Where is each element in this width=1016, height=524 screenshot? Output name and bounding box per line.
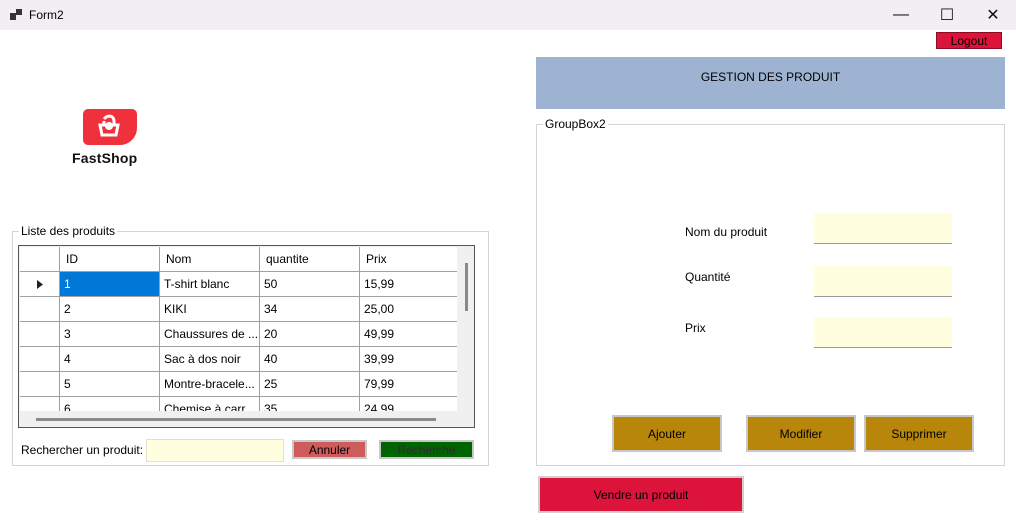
cell-id[interactable]: 4 <box>60 347 160 372</box>
cell-prix[interactable]: 49,99 <box>360 322 457 347</box>
ajouter-button[interactable]: Ajouter <box>612 415 722 452</box>
cell-id[interactable]: 2 <box>60 297 160 322</box>
cell-id[interactable]: 1 <box>60 272 160 297</box>
app-icon <box>10 9 22 21</box>
table-row[interactable]: 6 Chemise à carr 35 24,99 <box>20 397 457 411</box>
search-label: Rechercher un produit: <box>21 443 144 457</box>
search-input[interactable] <box>146 439 284 462</box>
cell-nom[interactable]: Chemise à carr <box>160 397 260 411</box>
row-header[interactable] <box>20 297 60 322</box>
cell-nom[interactable]: KIKI <box>160 297 260 322</box>
shop-bag-icon <box>83 109 137 145</box>
cell-id[interactable]: 3 <box>60 322 160 347</box>
cell-nom[interactable]: Chaussures de ... <box>160 322 260 347</box>
current-row-indicator-icon <box>20 272 60 297</box>
cell-quantite[interactable]: 35 <box>260 397 360 411</box>
row-header[interactable] <box>20 322 60 347</box>
nom-label: Nom du produit <box>685 225 768 239</box>
vertical-scrollbar[interactable] <box>459 247 474 411</box>
fastshop-logo: FastShop <box>72 108 162 168</box>
column-header-id[interactable]: ID <box>60 247 160 272</box>
product-form-legend: GroupBox2 <box>543 117 608 131</box>
column-header-nom[interactable]: Nom <box>160 247 260 272</box>
window-title: Form2 <box>29 8 64 22</box>
cell-nom[interactable]: Sac à dos noir <box>160 347 260 372</box>
row-header-corner <box>20 247 60 272</box>
header-title: GESTION DES PRODUIT <box>700 70 841 84</box>
column-header-prix[interactable]: Prix <box>360 247 457 272</box>
modifier-button[interactable]: Modifier <box>746 415 856 452</box>
title-bar: Form2 — ☐ ✕ <box>0 0 1016 30</box>
horizontal-scroll-thumb[interactable] <box>36 418 436 421</box>
quantite-field[interactable] <box>814 266 952 297</box>
vendre-button[interactable]: Vendre un produit <box>538 476 744 513</box>
cell-prix[interactable]: 79,99 <box>360 372 457 397</box>
cell-prix[interactable]: 15,99 <box>360 272 457 297</box>
column-header-quantite[interactable]: quantite <box>260 247 360 272</box>
table-row[interactable]: 1 T-shirt blanc 50 15,99 <box>20 272 457 297</box>
nom-field[interactable] <box>814 213 952 244</box>
grid-header-row: ID Nom quantite Prix <box>20 247 457 272</box>
close-button[interactable]: ✕ <box>970 0 1016 30</box>
table-row[interactable]: 2 KIKI 34 25,00 <box>20 297 457 322</box>
cell-prix[interactable]: 39,99 <box>360 347 457 372</box>
cell-nom[interactable]: Montre-bracele... <box>160 372 260 397</box>
recherche-button[interactable]: Recherche <box>379 440 474 459</box>
supprimer-button[interactable]: Supprimer <box>864 415 974 452</box>
cell-quantite[interactable]: 25 <box>260 372 360 397</box>
annuler-button[interactable]: Annuler <box>292 440 367 459</box>
header-banner: GESTION DES PRODUIT <box>536 57 1005 109</box>
cell-prix[interactable]: 25,00 <box>360 297 457 322</box>
logo-text: FastShop <box>72 150 138 166</box>
table-row[interactable]: 5 Montre-bracele... 25 79,99 <box>20 372 457 397</box>
logout-button[interactable]: Logout <box>936 32 1002 49</box>
prix-label: Prix <box>685 321 706 335</box>
cell-quantite[interactable]: 20 <box>260 322 360 347</box>
cell-id[interactable]: 6 <box>60 397 160 411</box>
row-header[interactable] <box>20 372 60 397</box>
cell-nom[interactable]: T-shirt blanc <box>160 272 260 297</box>
minimize-button[interactable]: — <box>878 0 924 30</box>
cell-quantite[interactable]: 34 <box>260 297 360 322</box>
quantite-label: Quantité <box>685 270 731 284</box>
vertical-scroll-thumb[interactable] <box>465 263 468 311</box>
cell-quantite[interactable]: 50 <box>260 272 360 297</box>
row-header[interactable] <box>20 397 60 411</box>
cell-id[interactable]: 5 <box>60 372 160 397</box>
row-header[interactable] <box>20 347 60 372</box>
prix-field[interactable] <box>814 317 952 348</box>
products-grid[interactable]: ID Nom quantite Prix 1 T-shirt blanc 50 … <box>18 245 475 428</box>
maximize-button[interactable]: ☐ <box>924 0 970 30</box>
table-row[interactable]: 4 Sac à dos noir 40 39,99 <box>20 347 457 372</box>
horizontal-scrollbar[interactable] <box>20 412 457 427</box>
cell-prix[interactable]: 24,99 <box>360 397 457 411</box>
cell-quantite[interactable]: 40 <box>260 347 360 372</box>
table-row[interactable]: 3 Chaussures de ... 20 49,99 <box>20 322 457 347</box>
products-groupbox-legend: Liste des produits <box>19 224 118 238</box>
